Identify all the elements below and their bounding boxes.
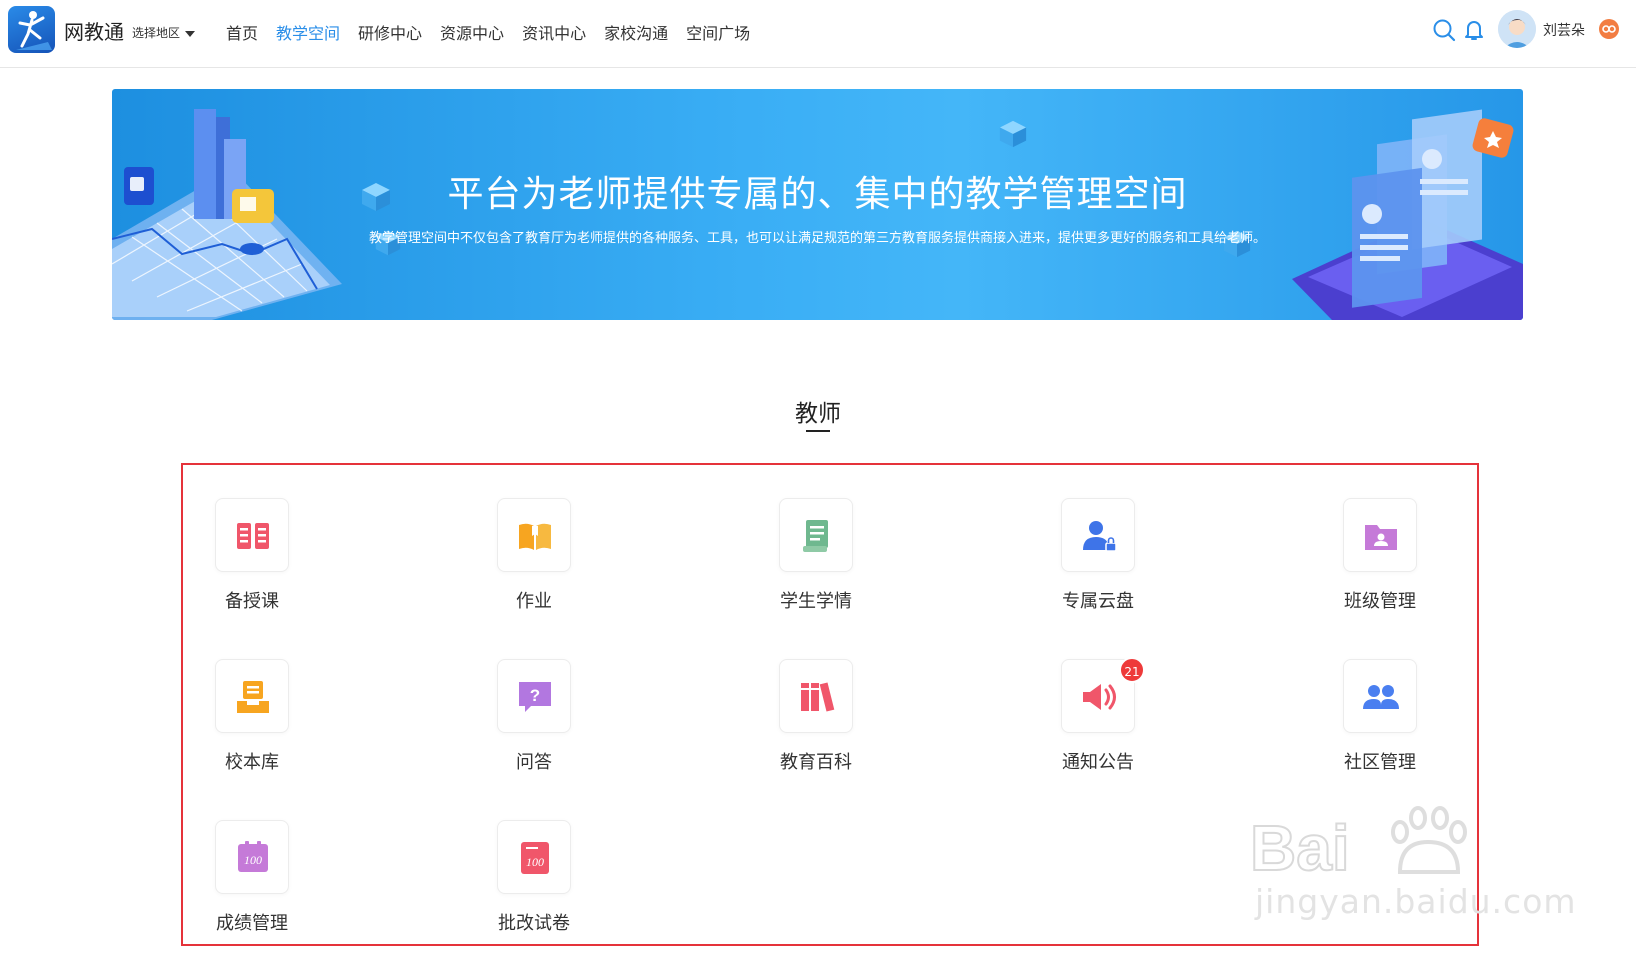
- app-tile-encyclopedia[interactable]: 教育百科: [736, 659, 896, 779]
- nav-home[interactable]: 首页: [226, 20, 258, 44]
- nav-news-center[interactable]: 资讯中心: [522, 20, 586, 44]
- app-icon-box: 100: [497, 820, 571, 894]
- app-icon-box: ?: [497, 659, 571, 733]
- watermark-logo-text: Bai: [1250, 812, 1350, 880]
- exam-paper-icon-glyph: 100: [526, 855, 544, 869]
- app-icon-box: [215, 498, 289, 572]
- app-label: 批改试卷: [498, 913, 570, 934]
- question-icon: ?: [519, 682, 551, 712]
- baidu-watermark-logo: Bai: [1250, 806, 1467, 880]
- nav-space-plaza[interactable]: 空间广场: [686, 20, 750, 44]
- app-tile-qa[interactable]: ? 问答: [454, 659, 614, 779]
- user-lock-icon: [1083, 521, 1117, 552]
- exam-paper-icon: 100: [521, 842, 549, 874]
- score-icon: 100: [238, 841, 268, 872]
- app-tile-community-management[interactable]: 社区管理: [1300, 659, 1460, 779]
- app-icon-box: [497, 498, 571, 572]
- score-icon-glyph: 100: [244, 853, 262, 867]
- app-label: 通知公告: [1062, 752, 1134, 773]
- folder-user-icon: [1365, 525, 1397, 550]
- app-icon-box: [215, 659, 289, 733]
- book-open-icon: [237, 523, 269, 549]
- app-tile-school-library[interactable]: 校本库: [172, 659, 332, 779]
- app-tile-class-management[interactable]: 班级管理: [1300, 498, 1460, 618]
- app-tile-grades[interactable]: 100 成绩管理: [172, 820, 332, 940]
- app-label: 成绩管理: [216, 913, 288, 934]
- app-label: 班级管理: [1344, 591, 1416, 612]
- group-icon: [1363, 685, 1399, 709]
- username[interactable]: 刘芸朵: [1543, 20, 1585, 40]
- speaker-icon: [1083, 684, 1116, 710]
- app-label: 备授课: [225, 591, 279, 612]
- open-book-icon: [519, 523, 551, 550]
- avatar[interactable]: [1498, 10, 1536, 48]
- books-icon: [801, 682, 835, 712]
- watermark-text: jingyan.baidu.com: [1255, 882, 1577, 921]
- caret-down-icon: [185, 30, 196, 37]
- app-label: 教育百科: [780, 752, 852, 773]
- archive-icon: [237, 681, 269, 713]
- app-icon-box: [779, 659, 853, 733]
- section-title: 教师: [795, 401, 841, 427]
- app-label: 专属云盘: [1062, 591, 1134, 612]
- search-icon[interactable]: [1432, 18, 1456, 42]
- app-icon-box: [1061, 498, 1135, 572]
- top-header: 网教通 选择地区 首页 教学空间 研修中心 资源中心 资讯中心 家校沟通 空间广…: [0, 0, 1636, 68]
- cube-decoration: [999, 120, 1027, 148]
- app-tile-cloud-drive[interactable]: 专属云盘: [1018, 498, 1178, 618]
- document-icon: [803, 520, 828, 552]
- notification-count-badge: 21: [1119, 657, 1145, 683]
- region-selector[interactable]: 选择地区: [132, 24, 196, 41]
- hero-banner: 平台为老师提供专属的、集中的教学管理空间 教学管理空间中不仅包含了教育厅为老师提…: [112, 89, 1523, 320]
- app-icon-box: [1343, 498, 1417, 572]
- nav-training-center[interactable]: 研修中心: [358, 20, 422, 44]
- nav-home-school[interactable]: 家校沟通: [604, 20, 668, 44]
- nav-resource-center[interactable]: 资源中心: [440, 20, 504, 44]
- app-tile-homework[interactable]: 作业: [454, 498, 614, 618]
- app-tile-lesson-prep[interactable]: 备授课: [172, 498, 332, 618]
- section-title-underline: [806, 430, 830, 432]
- app-tile-student-status[interactable]: 学生学情: [736, 498, 896, 618]
- banner-subtitle: 教学管理空间中不仅包含了教育厅为老师提供的各种服务、工具，也可以让满足规范的第三…: [368, 231, 1266, 246]
- vip-badge-icon[interactable]: [1599, 19, 1619, 39]
- app-label: 作业: [516, 591, 552, 612]
- brand-name: 网教通: [64, 20, 124, 44]
- bell-icon[interactable]: [1462, 18, 1486, 42]
- app-label: 问答: [516, 752, 552, 773]
- app-icon-box: [1343, 659, 1417, 733]
- main-nav: 首页 教学空间 研修中心 资源中心 资讯中心 家校沟通 空间广场: [226, 20, 768, 44]
- app-label: 校本库: [225, 752, 279, 773]
- app-logo[interactable]: [8, 6, 55, 53]
- app-tile-notices[interactable]: 21 通知公告: [1018, 657, 1178, 779]
- app-icon-box: [779, 498, 853, 572]
- app-icon-box: 100: [215, 820, 289, 894]
- app-label: 社区管理: [1344, 752, 1416, 773]
- svg-text:?: ?: [530, 686, 540, 705]
- banner-title: 平台为老师提供专属的、集中的教学管理空间: [447, 174, 1188, 215]
- region-label: 选择地区: [132, 26, 181, 40]
- nav-teaching-space[interactable]: 教学空间: [276, 20, 340, 44]
- app-label: 学生学情: [780, 591, 852, 612]
- app-tile-grade-exams[interactable]: 100 批改试卷: [454, 820, 614, 940]
